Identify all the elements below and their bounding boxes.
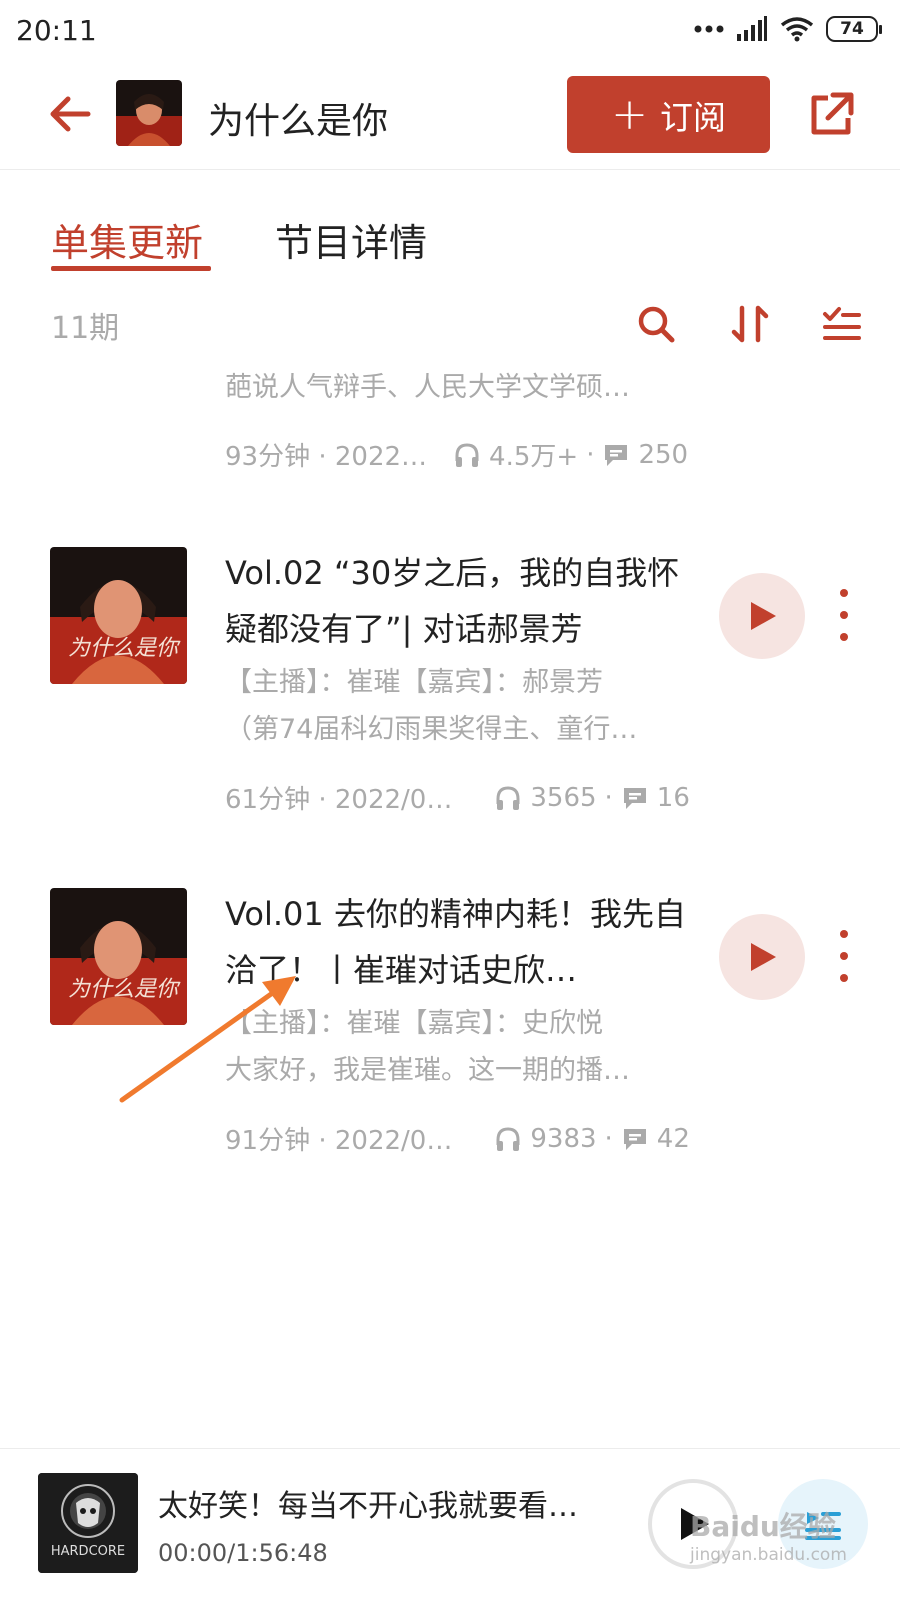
status-time: 20:11 bbox=[16, 14, 97, 47]
episode-meta: 61分钟 · 2022/0… 3565 · 16 bbox=[225, 779, 695, 816]
more-options-button[interactable] bbox=[834, 589, 854, 641]
tab-active-indicator bbox=[51, 266, 211, 271]
more-dot bbox=[840, 952, 848, 960]
episode-description: 葩说人气辩手、人民大学文学硕… bbox=[225, 372, 630, 403]
comment-icon bbox=[621, 1124, 657, 1154]
svg-text:为什么是你: 为什么是你 bbox=[68, 636, 181, 661]
podcast-cover-image bbox=[116, 80, 182, 146]
episode-cover: 为什么是你 bbox=[50, 888, 187, 1025]
more-dot bbox=[840, 589, 848, 597]
more-dots-icon bbox=[694, 25, 724, 33]
signal-icon bbox=[737, 16, 767, 41]
episode-toolbar: 11期 bbox=[0, 300, 900, 352]
play-icon bbox=[751, 602, 776, 630]
player-track-title: 太好笑！每当不开心我就要看… bbox=[158, 1489, 578, 1524]
meta-separator: · bbox=[604, 1123, 613, 1154]
episode-plays: 4.5万+ bbox=[489, 442, 579, 472]
episode-meta: 93分钟 · 2022… 4.5万+ · 250 bbox=[225, 436, 695, 473]
headphones-icon bbox=[494, 1124, 530, 1154]
batch-select-button[interactable] bbox=[820, 302, 864, 346]
header: 为什么是你 + 订阅 bbox=[0, 66, 900, 170]
episode-cover-image: 为什么是你 bbox=[50, 888, 187, 1025]
episode-comments: 250 bbox=[638, 439, 689, 470]
episode-description: 【主播】：崔璀【嘉宾】：史欣悦 大家好，我是崔璀。这一期的播… bbox=[225, 1000, 695, 1094]
status-icons: 74 bbox=[694, 16, 882, 42]
episode-meta: 91分钟 · 2022/0… 9383 · 42 bbox=[225, 1120, 695, 1157]
podcast-cover-thumbnail bbox=[116, 80, 182, 146]
headphones-icon bbox=[453, 440, 489, 470]
list-item-partial[interactable]: 葩说人气辩手、人民大学文学硕… 93分钟 · 2022… 4.5万+ · 250 bbox=[0, 352, 900, 502]
tab-details[interactable]: 节目详情 bbox=[275, 212, 427, 267]
back-arrow-icon bbox=[50, 96, 91, 132]
battery-indicator: 74 bbox=[826, 16, 882, 42]
player-cover: HARDCORE bbox=[38, 1473, 138, 1573]
play-button[interactable] bbox=[719, 573, 805, 659]
meta-separator: · bbox=[604, 782, 613, 813]
mini-player[interactable]: HARDCORE 太好笑！每当不开心我就要看… 00:00/1:56:48 Ba… bbox=[0, 1448, 900, 1600]
episode-description-line: 【主播】：崔璀【嘉宾】：史欣悦 bbox=[225, 1008, 603, 1039]
watermark-brand: Baidu经验 bbox=[690, 1510, 836, 1543]
wifi-icon bbox=[780, 17, 814, 42]
watermark-url: jingyan.baidu.com bbox=[690, 1545, 847, 1565]
more-dot bbox=[840, 974, 848, 982]
episode-count: 11期 bbox=[51, 311, 120, 346]
play-icon bbox=[751, 943, 776, 971]
sort-button[interactable] bbox=[728, 302, 772, 346]
more-dot bbox=[840, 611, 848, 619]
share-icon bbox=[811, 92, 854, 135]
episode-comments: 42 bbox=[656, 1123, 690, 1154]
episode-plays: 9383 bbox=[530, 1123, 597, 1154]
search-icon bbox=[638, 306, 675, 343]
headphones-icon bbox=[494, 783, 530, 813]
more-dot bbox=[840, 930, 848, 938]
episode-duration-date: 61分钟 · 2022/0… bbox=[225, 785, 453, 815]
player-cover-text: HARDCORE bbox=[51, 1544, 125, 1559]
search-button[interactable] bbox=[634, 302, 678, 346]
episode-cover: 为什么是你 bbox=[50, 547, 187, 684]
subscribe-label: 订阅 bbox=[659, 97, 726, 137]
status-bar: 20:11 74 bbox=[0, 0, 900, 64]
share-button[interactable] bbox=[806, 90, 856, 140]
page-title: 为什么是你 bbox=[208, 101, 389, 142]
back-button[interactable] bbox=[46, 90, 94, 138]
meta-separator: · bbox=[586, 439, 595, 470]
more-options-button[interactable] bbox=[834, 930, 854, 982]
multi-select-icon bbox=[823, 307, 861, 340]
list-item-episode[interactable]: 为什么是你 Vol.02 “30岁之后，我的自我怀疑都没有了”| 对话郝景芳 【… bbox=[0, 547, 900, 857]
episode-comments: 16 bbox=[656, 782, 690, 813]
episode-plays: 3565 bbox=[530, 782, 597, 813]
tab-bar: 单集更新 节目详情 bbox=[0, 200, 900, 280]
tab-episodes[interactable]: 单集更新 bbox=[51, 212, 203, 267]
episode-description: 【主播】：崔璀【嘉宾】：郝景芳 （第74届科幻雨果奖得主、童行… bbox=[225, 659, 695, 753]
comment-icon bbox=[602, 440, 638, 470]
episode-description-line: 大家好，我是崔璀。这一期的播… bbox=[225, 1055, 630, 1086]
episode-duration-date: 91分钟 · 2022/0… bbox=[225, 1126, 453, 1156]
episode-cover-image: 为什么是你 bbox=[50, 547, 187, 684]
episode-duration-date: 93分钟 · 2022… bbox=[225, 442, 428, 472]
list-item-episode[interactable]: 为什么是你 Vol.01 去你的精神内耗！我先自洽了！丨崔璀对话史欣… 【主播】… bbox=[0, 888, 900, 1198]
episode-description-line: 【主播】：崔璀【嘉宾】：郝景芳 bbox=[225, 667, 603, 698]
episode-title: Vol.02 “30岁之后，我的自我怀疑都没有了”| 对话郝景芳 bbox=[225, 554, 680, 648]
comment-icon bbox=[621, 783, 657, 813]
sort-icon bbox=[731, 305, 769, 343]
plus-icon: + bbox=[611, 88, 648, 140]
episode-title: Vol.01 去你的精神内耗！我先自洽了！丨崔璀对话史欣… bbox=[225, 895, 686, 989]
play-button[interactable] bbox=[719, 914, 805, 1000]
player-time: 00:00/1:56:48 bbox=[158, 1539, 328, 1567]
episode-description-line: （第74届科幻雨果奖得主、童行… bbox=[225, 714, 638, 745]
player-cover-image: HARDCORE bbox=[38, 1473, 138, 1573]
more-dot bbox=[840, 633, 848, 641]
subscribe-button[interactable]: + 订阅 bbox=[567, 76, 770, 153]
svg-text:为什么是你: 为什么是你 bbox=[68, 977, 181, 1002]
